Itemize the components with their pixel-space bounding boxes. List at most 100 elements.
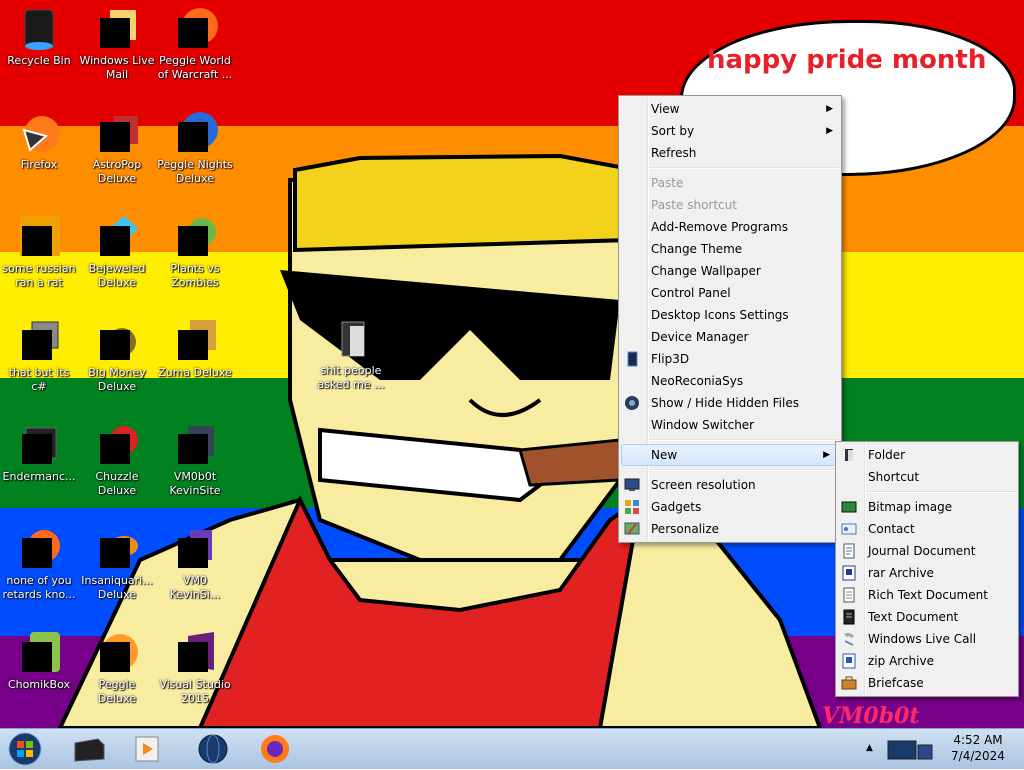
- menu-item-label: Text Document: [868, 610, 959, 624]
- menu-item-add-remove-programs[interactable]: Add-Remove Programs: [619, 216, 841, 238]
- media-player-icon: [135, 736, 159, 762]
- desktop-icon-recycle-bin[interactable]: Recycle Bin: [1, 6, 77, 68]
- peggle-icon: [172, 110, 218, 156]
- new-item-rich-text-document[interactable]: Rich Text Document: [836, 584, 1018, 606]
- icon-label: Peggle Nights Deluxe: [157, 158, 233, 185]
- menu-item-show-hide-hidden-files[interactable]: Show / Hide Hidden Files: [619, 392, 841, 414]
- taskbar-button-firefox[interactable]: [256, 731, 294, 767]
- menu-item-personalize[interactable]: Personalize: [619, 518, 841, 540]
- menu-item-label: Briefcase: [868, 676, 924, 690]
- zip-archive-icon: [841, 653, 857, 669]
- icon-label: Insaniquari... Deluxe: [81, 574, 153, 601]
- menu-item-sort-by[interactable]: Sort by ▶: [619, 120, 841, 142]
- menu-item-paste-shortcut: Paste shortcut: [619, 194, 841, 216]
- menu-item-label: Flip3D: [651, 352, 690, 366]
- desktop-icon-vm0b0t-kevinsite[interactable]: VM0b0t KevinSite: [157, 422, 233, 498]
- game-icon: [94, 422, 140, 468]
- taskbar-button-explorer[interactable]: [70, 731, 108, 767]
- desktop-icon-plants-vs-zombies[interactable]: Plants vs Zombies: [157, 214, 233, 290]
- briefcase-icon: [841, 675, 857, 691]
- menu-item-change-theme[interactable]: Change Theme: [619, 238, 841, 260]
- desktop-icon-bejeweled[interactable]: Bejeweled Deluxe: [79, 214, 155, 290]
- menu-item-neoreconiasys[interactable]: NeoReconiaSys: [619, 370, 841, 392]
- desktop-icon-vm0-kevinsi[interactable]: VM0 KevinSi...: [157, 526, 233, 602]
- desktop-icon-chomikbox[interactable]: ChomikBox: [1, 630, 77, 692]
- menu-item-screen-resolution[interactable]: Screen resolution: [619, 474, 841, 496]
- new-item-shortcut[interactable]: Shortcut: [836, 466, 1018, 488]
- desktop-icon-peggle-deluxe[interactable]: Peggle Deluxe: [79, 630, 155, 706]
- taskbar-button-media-player[interactable]: [128, 731, 166, 767]
- menu-item-flip3d[interactable]: Flip3D: [619, 348, 841, 370]
- new-item-text-document[interactable]: Text Document: [836, 606, 1018, 628]
- desktop-icon-zuma[interactable]: Zuma Deluxe: [157, 318, 233, 380]
- new-item-bitmap-image[interactable]: Bitmap image: [836, 496, 1018, 518]
- menu-item-label: rar Archive: [868, 566, 934, 580]
- desktop-icon-shit-people-asked[interactable]: shit people asked me ...: [313, 316, 389, 392]
- desktop-icon-firefox[interactable]: Firefox: [1, 110, 77, 172]
- icon-label: ChomikBox: [8, 678, 70, 691]
- new-item-journal-document[interactable]: Journal Document: [836, 540, 1018, 562]
- menu-item-view[interactable]: View ▶: [619, 98, 841, 120]
- start-button[interactable]: [4, 731, 46, 767]
- menu-item-label: NeoReconiaSys: [651, 374, 744, 388]
- menu-item-label: Screen resolution: [651, 478, 756, 492]
- icon-label: Recycle Bin: [7, 54, 71, 67]
- desktop-icon-some-russian[interactable]: some russian ran a rat: [1, 214, 77, 290]
- chevron-right-icon: ▶: [823, 450, 830, 460]
- new-item-folder[interactable]: Folder: [836, 444, 1018, 466]
- taskbar-button-app-globe[interactable]: [194, 731, 232, 767]
- menu-item-device-manager[interactable]: Device Manager: [619, 326, 841, 348]
- menu-item-label: Personalize: [651, 522, 720, 536]
- desktop-icon-insaniquarium[interactable]: Insaniquari... Deluxe: [79, 526, 155, 602]
- fish-icon: [94, 526, 140, 572]
- menu-item-label: New: [651, 448, 678, 462]
- desktop-icon-endermanc[interactable]: Endermanc...: [1, 422, 77, 484]
- icon-label: Windows Live Mail: [79, 54, 155, 81]
- new-submenu: Folder Shortcut Bitmap image Contact Jou…: [835, 441, 1019, 697]
- text-document-icon: [841, 609, 857, 625]
- bubble-text: happy pride month: [707, 45, 987, 75]
- desktop-icon-that-but-its-csharp[interactable]: that but its c#: [1, 318, 77, 394]
- system-clock[interactable]: 4:52 AM 7/4/2024: [938, 732, 1018, 764]
- icon-label: shit people asked me ...: [317, 364, 385, 391]
- menu-item-refresh[interactable]: Refresh: [619, 142, 841, 164]
- new-item-rar-archive[interactable]: rar Archive: [836, 562, 1018, 584]
- visual-studio-icon: [172, 630, 218, 676]
- menu-item-change-wallpaper[interactable]: Change Wallpaper: [619, 260, 841, 282]
- clock-time: 4:52 AM: [953, 733, 1003, 747]
- menu-item-gadgets[interactable]: Gadgets: [619, 496, 841, 518]
- desktop-icon-none-of-you[interactable]: none of you retards kno...: [1, 526, 77, 602]
- new-item-contact[interactable]: Contact: [836, 518, 1018, 540]
- menu-item-window-switcher[interactable]: Window Switcher: [619, 414, 841, 436]
- new-item-windows-live-call[interactable]: Windows Live Call: [836, 628, 1018, 650]
- peggle-icon: [94, 630, 140, 676]
- icon-label: Big Money Deluxe: [88, 366, 146, 393]
- rich-text-icon: [841, 587, 857, 603]
- menu-item-label: Change Theme: [651, 242, 743, 256]
- desktop-icon-visual-studio[interactable]: Visual Studio 2015: [157, 630, 233, 706]
- menu-item-control-panel[interactable]: Control Panel: [619, 282, 841, 304]
- desktop-icon-peggle-world-of-warcraft[interactable]: Peggle World of Warcraft ...: [157, 6, 233, 82]
- desktop-icon-astropop[interactable]: AstroPop Deluxe: [79, 110, 155, 186]
- menu-item-label: Refresh: [651, 146, 697, 160]
- desktop-icon-peggle-nights[interactable]: Peggle Nights Deluxe: [157, 110, 233, 186]
- tray-network-icon[interactable]: [884, 735, 938, 763]
- personalize-icon: [624, 521, 640, 537]
- icon-label: Peggle Deluxe: [97, 678, 137, 705]
- menu-item-desktop-icons-settings[interactable]: Desktop Icons Settings: [619, 304, 841, 326]
- app-icon: [172, 422, 218, 468]
- clock-date: 7/4/2024: [951, 749, 1005, 763]
- contact-card-icon: [841, 521, 857, 537]
- menu-item-label: Desktop Icons Settings: [651, 308, 789, 322]
- desktop-icon-chuzzle[interactable]: Chuzzle Deluxe: [79, 422, 155, 498]
- globe-icon: [198, 734, 228, 764]
- icon-label: Peggle World of Warcraft ...: [157, 54, 233, 81]
- desktop-icon-windows-live-mail[interactable]: Windows Live Mail: [79, 6, 155, 82]
- icon-label: Visual Studio 2015: [159, 678, 231, 705]
- recycle-bin-icon: [16, 6, 62, 52]
- new-item-briefcase[interactable]: Briefcase: [836, 672, 1018, 694]
- menu-item-new[interactable]: New ▶: [621, 444, 839, 466]
- desktop-icon-big-money[interactable]: Big Money Deluxe: [79, 318, 155, 394]
- new-item-zip-archive[interactable]: zip Archive: [836, 650, 1018, 672]
- show-hidden-icons-arrow[interactable]: ▲: [866, 743, 876, 755]
